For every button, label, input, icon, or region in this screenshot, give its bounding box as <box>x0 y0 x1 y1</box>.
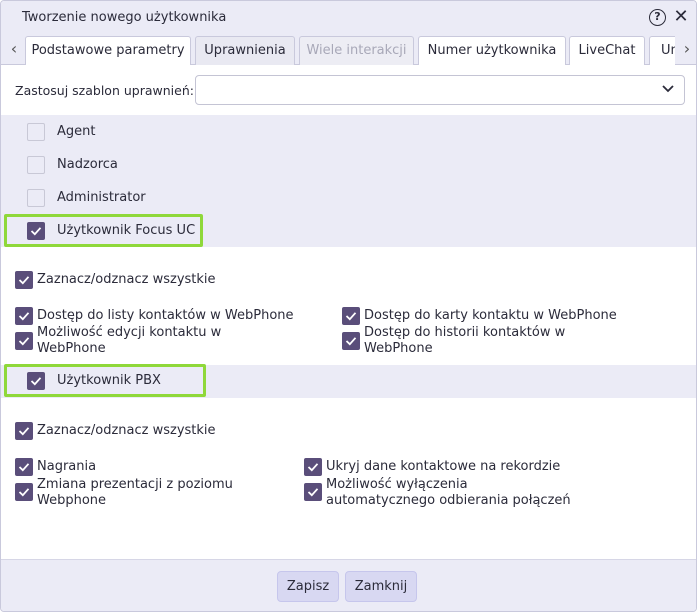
check-icon <box>18 488 30 497</box>
chevron-down-icon <box>662 85 674 93</box>
check-icon <box>18 463 30 472</box>
tab-scroll-right-icon[interactable]: › <box>677 33 696 65</box>
supervisor-label: Nadzorca <box>57 157 118 172</box>
save-button[interactable]: Zapisz <box>277 571 339 602</box>
check-icon <box>307 463 319 472</box>
contact-list-access-label: Dostęp do listy kontaktów w WebPhone <box>37 308 294 323</box>
pbx-checkbox[interactable] <box>27 372 45 390</box>
contact-list-access-checkbox[interactable] <box>15 307 33 325</box>
change-presentation-checkbox[interactable] <box>15 483 33 501</box>
tab-multi-interactions: Wiele interakcji <box>299 36 414 66</box>
contact-history-checkbox[interactable] <box>342 332 360 350</box>
tabs-viewport: Podstawowe parametry Uprawnienia Wiele i… <box>23 33 675 66</box>
tab-scroll-left-icon[interactable]: ‹ <box>4 33 24 65</box>
create-user-dialog: Tworzenie nowego użytkownika ? ✕ ‹ Podst… <box>0 0 697 612</box>
focus-uc-select-all-checkbox[interactable] <box>15 271 33 289</box>
administrator-checkbox[interactable] <box>27 189 45 207</box>
template-select[interactable] <box>195 75 685 105</box>
supervisor-checkbox[interactable] <box>27 156 45 174</box>
tab-label: Wiele interakcji <box>306 43 407 58</box>
check-icon <box>18 312 30 321</box>
pbx-select-all-checkbox[interactable] <box>15 422 33 440</box>
recordings-label: Nagrania <box>37 459 97 474</box>
tab-basic-parameters[interactable]: Podstawowe parametry <box>25 36 191 66</box>
focus-uc-checkbox[interactable] <box>27 222 45 240</box>
check-icon <box>345 337 357 346</box>
pbx-label: Użytkownik PBX <box>57 373 161 388</box>
agent-checkbox[interactable] <box>27 123 45 141</box>
dialog-titlebar: Tworzenie nowego użytkownika ? ✕ <box>1 1 696 33</box>
change-presentation-label: Zmiana prezentacji z poziomu Webphone <box>37 477 233 508</box>
contact-card-access-label: Dostęp do karty kontaktu w WebPhone <box>364 308 617 323</box>
tab-label: LiveChat <box>578 43 636 58</box>
tab-label: Numer użytkownika <box>427 43 557 58</box>
focus-uc-select-all-label: Zaznacz/odznacz wszystkie <box>37 272 216 287</box>
template-row: Zastosuj szablon uprawnień: <box>1 65 696 115</box>
administrator-label: Administrator <box>57 190 146 205</box>
disable-auto-answer-label: Możliwość wyłączenia automatycznego odbi… <box>326 477 571 508</box>
contact-edit-label: Możliwość edycji kontaktu w WebPhone <box>37 325 222 356</box>
tab-label: Un <box>661 43 675 58</box>
check-icon <box>345 312 357 321</box>
agent-label: Agent <box>57 124 96 139</box>
tab-user-number[interactable]: Numer użytkownika <box>418 36 566 66</box>
check-icon <box>18 427 30 436</box>
template-label: Zastosuj szablon uprawnień: <box>15 83 194 98</box>
check-icon <box>30 227 42 236</box>
hide-contact-data-label: Ukryj dane kontaktowe na rekordzie <box>326 459 561 474</box>
tab-livechat[interactable]: LiveChat <box>569 36 645 66</box>
dialog-footer: Zapisz Zamknij <box>1 559 696 611</box>
pbx-select-all-label: Zaznacz/odznacz wszystkie <box>37 423 216 438</box>
tab-permissions[interactable]: Uprawnienia <box>195 36 295 66</box>
disable-auto-answer-checkbox[interactable] <box>304 483 322 501</box>
close-icon[interactable]: ✕ <box>672 7 690 27</box>
close-button[interactable]: Zamknij <box>345 571 417 602</box>
check-icon <box>307 488 319 497</box>
check-icon <box>30 377 42 386</box>
check-icon <box>18 337 30 346</box>
check-icon <box>18 276 30 285</box>
tab-label: Podstawowe parametry <box>31 43 185 58</box>
focus-uc-label: Użytkownik Focus UC <box>57 223 196 238</box>
contact-card-access-checkbox[interactable] <box>342 307 360 325</box>
contact-history-label: Dostęp do historii kontaktów w WebPhone <box>364 325 566 356</box>
tab-bar: ‹ Podstawowe parametry Uprawnienia Wiele… <box>1 33 696 66</box>
help-circle-icon[interactable]: ? <box>649 9 666 26</box>
tab-overflow[interactable]: Un <box>649 36 675 66</box>
recordings-checkbox[interactable] <box>15 458 33 476</box>
tab-label: Uprawnienia <box>204 43 286 58</box>
contact-edit-checkbox[interactable] <box>15 332 33 350</box>
hide-contact-data-checkbox[interactable] <box>304 458 322 476</box>
dialog-title: Tworzenie nowego użytkownika <box>22 10 227 25</box>
